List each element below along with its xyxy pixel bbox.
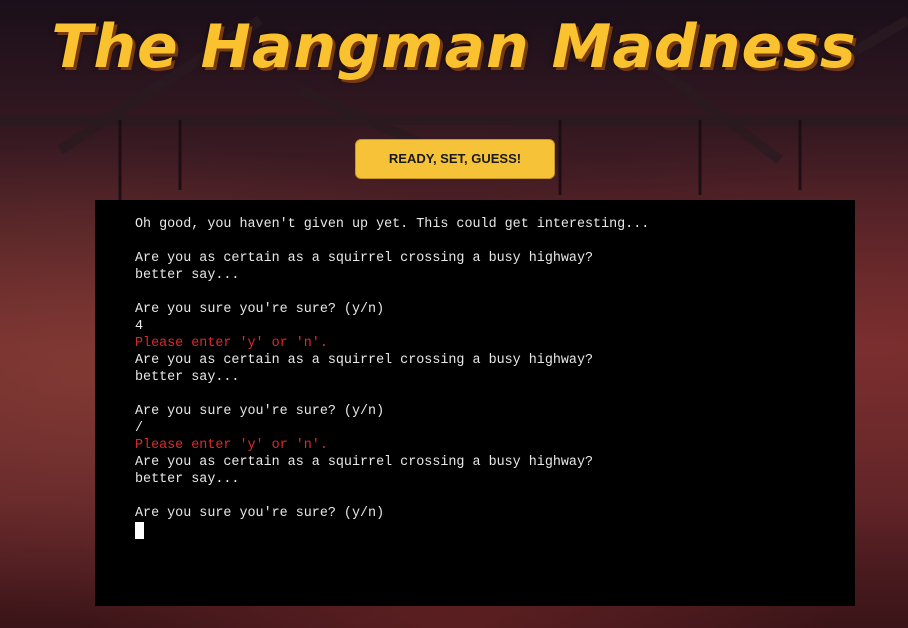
terminal-window[interactable]: Oh good, you haven't given up yet. This … (95, 200, 855, 606)
terminal-line: 4 (135, 319, 144, 334)
terminal-line: Are you sure you're sure? (y/n) (135, 302, 385, 317)
terminal-line: better say... (135, 472, 240, 487)
page-title: The Hangman Madness (51, 12, 857, 82)
terminal-line: Oh good, you haven't given up yet. This … (135, 217, 650, 232)
terminal-line: Are you sure you're sure? (y/n) (135, 506, 385, 521)
run-program-button[interactable]: READY, SET, GUESS! (355, 139, 555, 179)
terminal-line: Are you as certain as a squirrel crossin… (135, 353, 594, 368)
terminal-cursor (135, 522, 144, 539)
terminal-line: / (135, 421, 144, 436)
terminal-input-line[interactable] (135, 522, 815, 539)
terminal-error-line: Please enter 'y' or 'n'. (135, 438, 328, 453)
terminal-line: better say... (135, 268, 240, 283)
terminal-line: Are you as certain as a squirrel crossin… (135, 251, 594, 266)
terminal-error-line: Please enter 'y' or 'n'. (135, 336, 328, 351)
terminal-line: Are you as certain as a squirrel crossin… (135, 455, 594, 470)
terminal-line: Are you sure you're sure? (y/n) (135, 404, 385, 419)
terminal-line: better say... (135, 370, 240, 385)
